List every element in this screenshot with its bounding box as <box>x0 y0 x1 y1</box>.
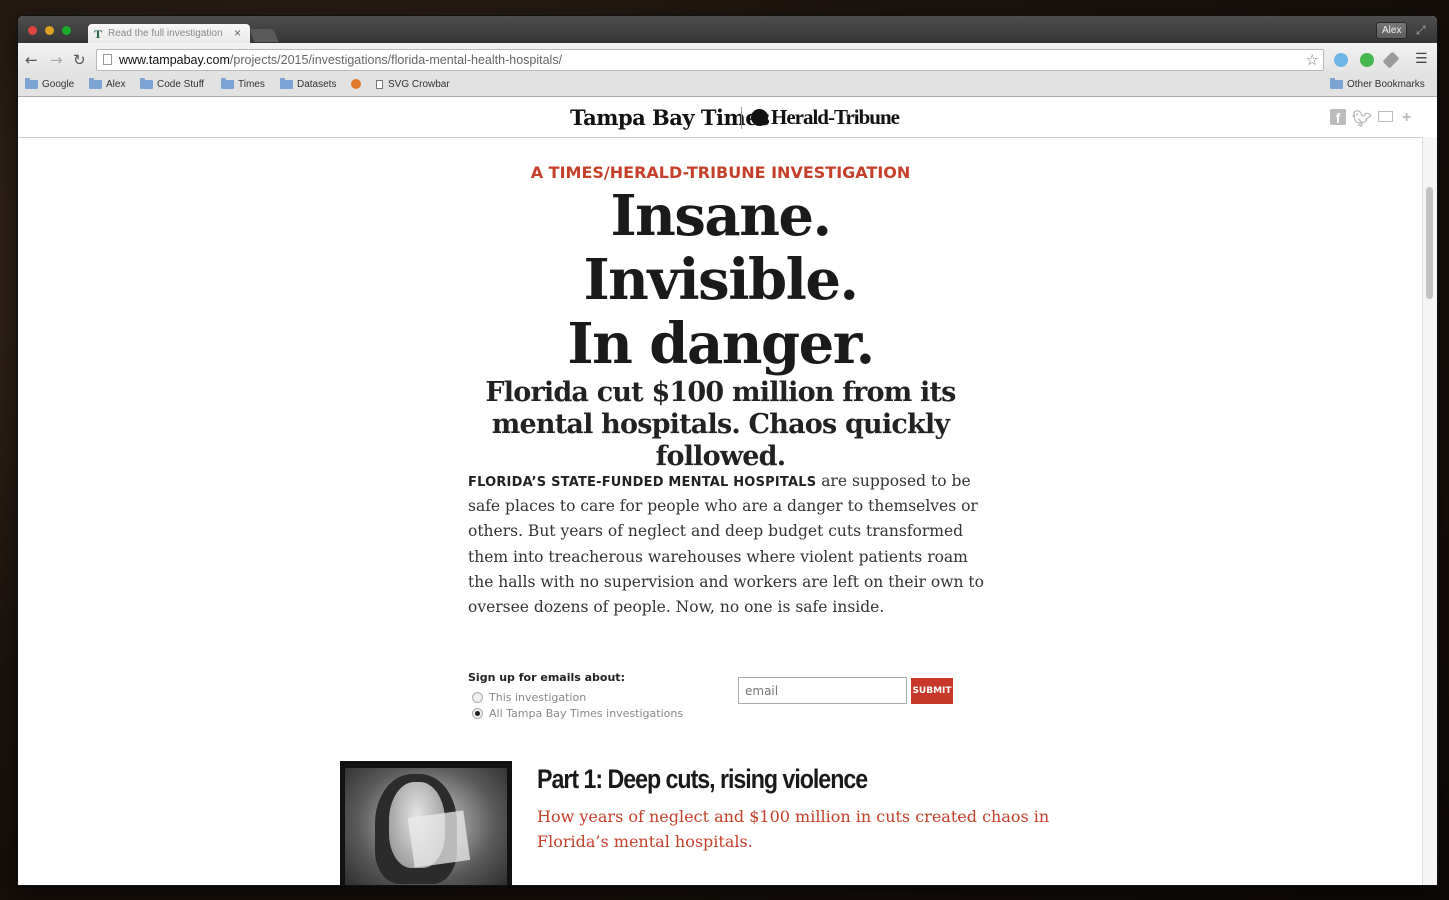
folder-icon <box>280 78 293 89</box>
part-1-thumbnail[interactable] <box>340 761 512 885</box>
more-share-icon[interactable]: + <box>1402 109 1411 127</box>
article-kicker: A TIMES/HERALD-TRIBUNE INVESTIGATION <box>530 163 911 182</box>
new-tab-button[interactable] <box>249 29 279 42</box>
radio-label: All Tampa Bay Times investigations <box>489 707 684 720</box>
folder-icon <box>221 78 234 89</box>
radio-label: This investigation <box>489 691 587 704</box>
extension-icon[interactable] <box>1334 53 1348 67</box>
bookmark-label: Other Bookmarks <box>1347 79 1425 90</box>
browser-tab[interactable]: T Read the full investigation × <box>88 24 250 43</box>
intro-lead: FLORIDA’S STATE-FUNDED MENTAL HOSPITALS <box>468 475 817 490</box>
headphones-icon <box>351 79 361 89</box>
menu-icon[interactable]: ☰ <box>1415 51 1428 67</box>
intro-paragraph: FLORIDA’S STATE-FUNDED MENTAL HOSPITALS … <box>468 469 988 620</box>
url-host: www.tampabay.com <box>119 53 230 67</box>
bookmarks-bar: Google Alex Code Stuff Times Datasets SV… <box>18 76 1437 97</box>
web-page: Tampa Bay Times Herald-Tribune f 🐦︎ + A … <box>18 97 1437 885</box>
part-1-dek[interactable]: How years of neglect and $100 million in… <box>537 804 1097 854</box>
folder-icon <box>25 78 38 89</box>
scrollbar-thumb[interactable] <box>1426 187 1433 299</box>
bookmark-label: Google <box>42 79 75 90</box>
bookmark-other[interactable]: Other Bookmarks <box>1330 78 1425 90</box>
profile-button[interactable]: Alex <box>1376 22 1408 39</box>
page-icon <box>103 54 112 65</box>
folder-icon <box>89 78 102 89</box>
radio-button-selected[interactable] <box>472 708 483 719</box>
star-icon[interactable]: ☆ <box>1306 51 1319 69</box>
tab-favicon-icon: T <box>94 27 103 41</box>
part-1-photo <box>345 768 507 885</box>
photo-paper-shape <box>407 810 471 868</box>
radio-option-this-investigation[interactable]: This investigation <box>472 691 586 704</box>
bookmark-svg-crowbar[interactable]: SVG Crowbar <box>376 79 450 90</box>
article-dek: Florida cut $100 million from its mental… <box>485 377 956 472</box>
minimize-window-button[interactable] <box>45 26 54 35</box>
tab-title: Read the full investigation <box>108 28 223 39</box>
headline-line-2: Invisible. <box>583 247 859 313</box>
headline-line-3: In danger. <box>567 311 875 377</box>
url-path: /projects/2015/investigations/florida-me… <box>229 53 563 67</box>
bookmark-label: Alex <box>106 79 126 90</box>
bookmark-headphones[interactable] <box>351 79 361 89</box>
close-window-button[interactable] <box>28 26 37 35</box>
headline-line-1: Insane. <box>610 183 832 249</box>
intro-body: are supposed to be safe places to care f… <box>468 472 984 617</box>
radio-option-all-investigations[interactable]: All Tampa Bay Times investigations <box>472 707 683 720</box>
extension-icon[interactable] <box>1360 53 1374 67</box>
page-scrollbar[interactable] <box>1422 137 1437 885</box>
part-1-title[interactable]: Part 1: Deep cuts, rising violence <box>537 764 868 795</box>
browser-window: T Read the full investigation × Alex ⤢ ←… <box>18 16 1437 885</box>
folder-icon <box>140 78 153 89</box>
folder-icon <box>1330 78 1343 89</box>
bookmark-datasets[interactable]: Datasets <box>280 78 337 90</box>
reload-icon[interactable]: ↻ <box>73 51 86 69</box>
file-icon <box>376 80 383 89</box>
bookmark-code-stuff[interactable]: Code Stuff <box>140 78 205 90</box>
signup-label: Sign up for emails about: <box>468 671 625 684</box>
zoom-window-button[interactable] <box>62 26 71 35</box>
bookmark-google[interactable]: Google <box>25 78 75 90</box>
bookmark-label: Times <box>238 79 265 90</box>
herald-tribune-logo[interactable]: Herald-Tribune <box>751 105 900 130</box>
extension-icon[interactable] <box>1382 51 1400 69</box>
bookmark-alex[interactable]: Alex <box>89 78 126 90</box>
herald-tribune-label: Herald-Tribune <box>771 105 900 129</box>
bookmark-label: Datasets <box>297 79 337 90</box>
submit-button[interactable]: SUBMIT <box>911 678 953 704</box>
herald-seal-icon <box>751 109 768 126</box>
browser-toolbar: ← → ↻ www.tampabay.com/projects/2015/inv… <box>18 43 1437 76</box>
bookmark-label: SVG Crowbar <box>388 79 450 90</box>
bookmark-times[interactable]: Times <box>221 78 265 90</box>
url-text: www.tampabay.com/projects/2015/investiga… <box>119 53 562 67</box>
tab-strip: T Read the full investigation × Alex ⤢ <box>18 16 1437 43</box>
bookmark-label: Code Stuff <box>157 79 205 90</box>
masthead: Tampa Bay Times Herald-Tribune f 🐦︎ + <box>18 97 1423 138</box>
fullscreen-icon[interactable]: ⤢ <box>1416 23 1426 38</box>
address-bar[interactable]: www.tampabay.com/projects/2015/investiga… <box>96 49 1324 71</box>
tab-close-icon[interactable]: × <box>234 26 241 40</box>
email-field[interactable] <box>738 677 907 704</box>
twitter-share-icon[interactable]: 🐦︎ <box>1352 109 1372 129</box>
back-icon[interactable]: ← <box>25 51 38 69</box>
tampa-bay-times-logo[interactable]: Tampa Bay Times <box>570 105 770 130</box>
radio-button[interactable] <box>472 692 483 703</box>
facebook-share-icon[interactable]: f <box>1330 109 1346 126</box>
forward-icon[interactable]: → <box>50 51 63 69</box>
logo-divider <box>741 107 742 129</box>
email-share-icon[interactable] <box>1378 111 1393 122</box>
